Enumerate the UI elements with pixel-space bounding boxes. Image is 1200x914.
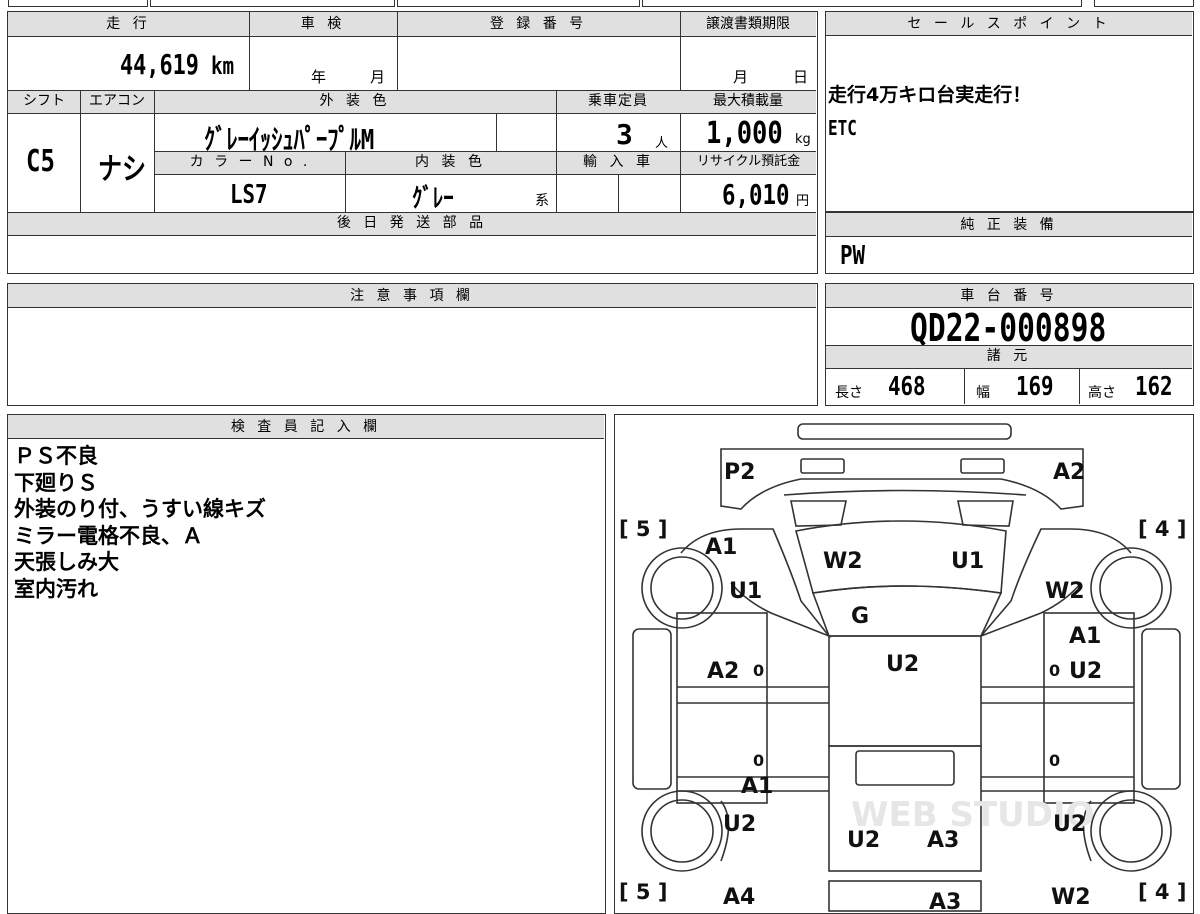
interior-color-value: ｸﾞﾚｰ: [412, 184, 454, 214]
color-no-label: カ ラ ー N o .: [155, 152, 345, 174]
chassis-label: 車 台 番 号: [826, 284, 1192, 308]
mileage-unit: km: [211, 52, 235, 80]
registration-label: 登 録 番 号: [397, 12, 680, 36]
mark-u2-right-rear: U2: [1053, 812, 1086, 837]
aircon-label: エアコン: [80, 91, 154, 113]
mark-p2: P2: [724, 460, 755, 485]
interior-color-suffix: 系: [535, 193, 549, 209]
max-load-unit: kg: [795, 132, 811, 147]
mark-zero-2: 0: [1049, 661, 1060, 680]
mark-w2-right: W2: [1045, 579, 1085, 604]
car-body-diagram: WEB STUDIO P2 A2 [ 5 ] [ 4 ] A1 W2 U1 U1…: [619, 423, 1186, 912]
capacity-label: 乗車定員: [556, 91, 680, 113]
mark-u1-left: U1: [729, 579, 762, 604]
mileage-value: 44,619: [120, 48, 199, 81]
recycle-label: リサイクル預託金: [681, 152, 816, 174]
inspector-line-1: ＰＳ不良: [14, 444, 98, 468]
color-no-value: LS7: [230, 180, 268, 210]
recycle-unit: 円: [796, 194, 810, 209]
genuine-equipment-panel: 純 正 装 備 PW: [825, 212, 1194, 274]
notes-label: 注 意 事 項 欄: [8, 284, 816, 308]
capacity-unit: 人: [655, 136, 669, 151]
mark-front-left-bracket: [ 5 ]: [619, 517, 667, 541]
mark-a2-top: A2: [1053, 460, 1085, 485]
sales-point-label: セ ー ル ス ポ イ ン ト: [826, 12, 1192, 36]
inspector-panel: 検 査 員 記 入 欄 ＰＳ不良 下廻りＳ 外装のり付、うすい線キズ ミラー電格…: [7, 414, 606, 914]
mileage-label: 走 行: [8, 12, 249, 36]
mark-u1-windshield: U1: [951, 549, 984, 574]
mark-a2-left: A2: [707, 659, 739, 684]
shift-label: シフト: [8, 91, 80, 113]
notes-panel: 注 意 事 項 欄: [7, 283, 818, 406]
width-value: 169: [1016, 372, 1054, 402]
inspector-line-3: 外装のり付、うすい線キズ: [14, 497, 266, 521]
inspection-label: 車 検: [249, 12, 397, 36]
inspector-line-2: 下廻りＳ: [14, 470, 98, 495]
sales-point-line-1: 走行4万キロ台実走行！: [828, 84, 1032, 106]
width-label: 幅: [976, 385, 990, 401]
specs-label: 諸 元: [826, 346, 1192, 368]
mark-front-right-bracket: [ 4 ]: [1138, 517, 1186, 541]
exterior-color-label: 外 装 色: [154, 91, 556, 113]
mark-a1-sill: A1: [741, 774, 773, 799]
shift-value: C5: [26, 144, 55, 179]
transfer-deadline-label: 譲渡書類期限: [680, 12, 816, 36]
mark-a3-bottom: A3: [929, 890, 961, 912]
transfer-month-unit: 月: [733, 68, 749, 86]
later-parts-label: 後 日 発 送 部 品: [8, 213, 816, 235]
mark-a3-bed: A3: [927, 828, 959, 853]
mark-u2-right: U2: [1069, 659, 1102, 684]
capacity-value: 3: [616, 118, 633, 151]
chassis-value: QD22-000898: [910, 306, 1107, 350]
damage-diagram-panel: WEB STUDIO P2 A2 [ 5 ] [ 4 ] A1 W2 U1 U1…: [614, 414, 1194, 914]
mark-u2-left-rear: U2: [723, 812, 756, 837]
mark-rear-right-bracket: [ 4 ]: [1138, 880, 1186, 904]
inspection-month-unit: 月: [370, 68, 386, 86]
mark-w2-bottom: W2: [1051, 885, 1091, 910]
sales-point-panel: セ ー ル ス ポ イ ン ト 走行4万キロ台実走行！ ETC: [825, 11, 1194, 212]
recycle-value: 6,010: [722, 178, 790, 211]
genuine-equipment-value: PW: [840, 241, 866, 271]
max-load-label: 最大積載量: [680, 91, 816, 113]
height-label: 高さ: [1088, 385, 1116, 401]
max-load-value: 1,000: [706, 116, 783, 151]
mark-zero-1: 0: [753, 661, 764, 680]
import-label: 輸 入 車: [557, 152, 680, 174]
mark-u2-bed: U2: [847, 828, 880, 853]
mark-w2-windshield: W2: [823, 549, 863, 574]
vehicle-info-table: 走 行 車 検 登 録 番 号 譲渡書類期限 44,619 km 年 月 月 日…: [7, 11, 818, 274]
aircon-value: ナシ: [98, 152, 146, 187]
mark-zero-3: 0: [753, 751, 764, 770]
inspector-label: 検 査 員 記 入 欄: [8, 415, 604, 439]
interior-color-label: 内 装 色: [345, 152, 556, 174]
mark-a1-left: A1: [705, 535, 737, 560]
length-label: 長さ: [835, 385, 863, 401]
chassis-panel: 車 台 番 号 QD22-000898 諸 元 長さ 468 幅 169 高さ …: [825, 283, 1194, 406]
mark-a4-left: A4: [723, 885, 755, 910]
length-value: 468: [888, 372, 926, 402]
mark-g-hood: G: [851, 604, 869, 629]
mark-a1-right: A1: [1069, 624, 1101, 649]
transfer-day-unit: 日: [793, 68, 809, 86]
mark-rear-left-bracket: [ 5 ]: [619, 880, 667, 904]
genuine-equipment-label: 純 正 装 備: [826, 213, 1192, 237]
inspector-line-5: 天張しみ大: [14, 550, 119, 574]
mark-zero-4: 0: [1049, 751, 1060, 770]
inspection-year-unit: 年: [311, 68, 327, 86]
inspector-line-6: 室内汚れ: [14, 576, 98, 601]
sales-point-line-2: ETC: [828, 116, 857, 140]
top-cropped-strip: [0, 0, 1200, 7]
mark-u2-center: U2: [886, 652, 919, 677]
inspector-line-4: ミラー電格不良、Ａ: [14, 523, 203, 548]
height-value: 162: [1135, 372, 1173, 402]
